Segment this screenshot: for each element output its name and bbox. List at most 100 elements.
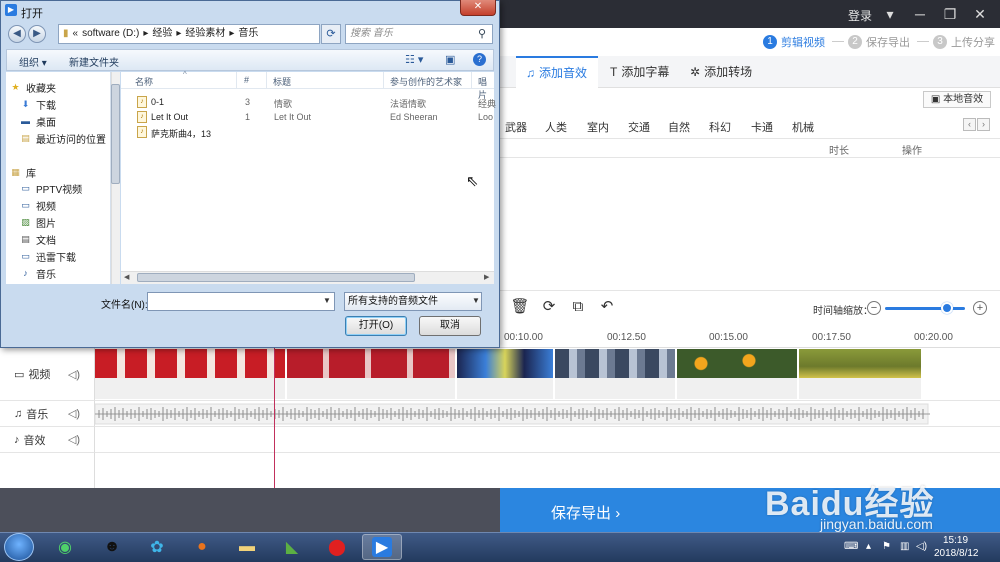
prev-page-icon[interactable]: ‹ (963, 118, 976, 131)
crop-icon[interactable]: ⟳ (539, 297, 559, 317)
flag-tray-icon[interactable]: ⚑ (882, 541, 891, 552)
search-input[interactable]: 搜索 音乐 (345, 24, 493, 44)
music-waveform[interactable] (94, 401, 930, 427)
forward-icon[interactable]: ▶ (28, 25, 46, 43)
nav-recent[interactable]: ▤ 最近访问的位置 (20, 131, 106, 146)
tab-add-sound-effect[interactable]: ♫ 添加音效 (516, 56, 598, 88)
step-upload-share[interactable]: 3 上传分享 (933, 34, 995, 50)
scroll-right-icon[interactable]: ▶ (484, 273, 489, 281)
column-divider[interactable] (266, 72, 267, 89)
category-indoor[interactable]: 室内 (587, 119, 609, 135)
undo-icon[interactable]: ↶ (597, 297, 617, 317)
maximize-icon[interactable]: ❐ (938, 3, 962, 25)
column-name[interactable]: 名称 (135, 75, 153, 88)
nav-downloads[interactable]: ⬇ 下载 (20, 97, 56, 112)
menu-icon[interactable]: ▾ (878, 3, 902, 25)
dialog-close-icon[interactable]: ✕ (460, 0, 496, 16)
file-row[interactable]: ♪ 0-1 3 情歌 法语情歌 经典 (121, 95, 496, 110)
close-icon[interactable]: ✕ (968, 3, 992, 25)
search-icon[interactable]: ⚲ (478, 27, 486, 40)
video-clip[interactable] (555, 349, 677, 399)
refresh-icon[interactable]: ⟳ (321, 24, 341, 44)
category-cartoon[interactable]: 卡通 (751, 119, 773, 135)
address-bar[interactable]: ▮ « software (D:) ▸ 经验 ▸ 经验素材 ▸ 音乐 (58, 24, 320, 44)
tray-expand-icon[interactable]: ▴ (866, 541, 871, 552)
file-row[interactable]: ♪ Let It Out 1 Let It Out Ed Sheeran Loo (121, 110, 494, 125)
filetype-dropdown-icon[interactable]: ▼ (472, 296, 480, 305)
keyboard-tray-icon[interactable]: ⌨ (844, 541, 858, 552)
back-icon[interactable]: ◀ (8, 25, 26, 43)
category-weapon[interactable]: 武器 (505, 119, 527, 135)
volume-icon[interactable]: ◁) (68, 407, 80, 420)
zoom-slider-handle[interactable] (941, 302, 953, 314)
filename-input[interactable] (147, 292, 335, 311)
column-track-number[interactable]: # (244, 75, 249, 85)
volume-icon[interactable]: ◁) (68, 433, 80, 446)
nav-videos[interactable]: ▭ 视频 (20, 198, 56, 213)
view-options-icon[interactable]: ☷ ▾ (405, 53, 423, 66)
nav-music[interactable]: ♪ 音乐 (20, 266, 56, 281)
nav-favorites[interactable]: ★ 收藏夹 (10, 80, 56, 95)
video-clip[interactable] (457, 349, 555, 399)
column-title[interactable]: 标题 (273, 75, 291, 88)
breadcrumb-drive[interactable]: software (D:) (82, 25, 139, 43)
column-divider[interactable] (471, 72, 472, 89)
hscrollbar-thumb[interactable] (137, 273, 415, 282)
filetype-select[interactable]: 所有支持的音频文件 (344, 292, 482, 311)
column-divider[interactable] (383, 72, 384, 89)
tab-add-transition[interactable]: ✲ 添加转场 (680, 56, 762, 88)
clock-time[interactable]: 15:19 (943, 535, 968, 546)
delete-icon[interactable]: 🗑 (510, 297, 530, 317)
sound-effect-track[interactable] (95, 427, 1000, 453)
nav-documents[interactable]: ▤ 文档 (20, 232, 56, 247)
taskbar-app-media-icon[interactable]: ✿ (137, 534, 177, 560)
zoom-slider[interactable] (885, 307, 965, 310)
playhead[interactable] (274, 348, 275, 488)
category-machine[interactable]: 机械 (792, 119, 814, 135)
breadcrumb-folder[interactable]: 经验 (152, 25, 172, 43)
taskbar-app-green-icon[interactable]: ◣ (272, 534, 312, 560)
step-edit-video[interactable]: 1 剪辑视频 (763, 34, 825, 50)
video-clip[interactable] (677, 349, 799, 399)
minimize-icon[interactable]: ─ (908, 3, 932, 25)
taskbar-app-360-icon[interactable]: ◉ (45, 534, 85, 560)
new-folder-button[interactable]: 新建文件夹 (69, 54, 119, 69)
volume-tray-icon[interactable]: ◁) (916, 541, 927, 552)
zoom-in-icon[interactable]: + (973, 301, 987, 315)
nav-libraries[interactable]: ▦ 库 (10, 165, 36, 180)
category-human[interactable]: 人类 (545, 119, 567, 135)
video-clip[interactable] (287, 349, 457, 399)
music-track[interactable] (94, 401, 1000, 427)
taskbar-app-qq-icon[interactable]: ☻ (92, 534, 132, 560)
breadcrumb-overflow-icon[interactable]: « (73, 25, 79, 43)
column-divider[interactable] (236, 72, 237, 89)
taskbar-app-explorer-icon[interactable]: ▬ (227, 534, 267, 560)
volume-icon[interactable]: ◁) (68, 368, 80, 381)
column-artist[interactable]: 参与创作的艺术家 (390, 75, 462, 88)
category-nature[interactable]: 自然 (668, 119, 690, 135)
file-row[interactable]: ♪ 萨克斯曲4，13 (121, 125, 494, 140)
filename-dropdown-icon[interactable]: ▼ (323, 296, 331, 305)
network-tray-icon[interactable]: ▥ (900, 541, 909, 552)
breadcrumb-folder[interactable]: 经验素材 (185, 25, 225, 43)
category-traffic[interactable]: 交通 (628, 119, 650, 135)
organize-button[interactable]: 组织 ▾ (19, 54, 47, 69)
tab-add-subtitle[interactable]: T 添加字幕 (600, 56, 679, 88)
open-button[interactable]: 打开(O) (345, 316, 407, 336)
nav-scrollbar-thumb[interactable] (111, 84, 120, 184)
save-export-label[interactable]: 保存导出 › (551, 502, 620, 523)
video-clip[interactable] (95, 349, 287, 399)
help-icon[interactable]: ? (473, 53, 486, 66)
preview-pane-icon[interactable]: ▣ (445, 53, 455, 66)
clock-date[interactable]: 2018/8/12 (934, 548, 979, 559)
nav-pictures[interactable]: ▨ 图片 (20, 215, 56, 230)
taskbar-app-recorder-icon[interactable]: ⬤ (317, 534, 357, 560)
nav-desktop[interactable]: ▬ 桌面 (20, 114, 56, 129)
taskbar-app-editor-icon[interactable]: ▶ (362, 534, 402, 560)
nav-pptv[interactable]: ▭ PPTV视频 (20, 181, 82, 196)
video-clip[interactable] (799, 349, 923, 399)
cancel-button[interactable]: 取消 (419, 316, 481, 336)
zoom-out-icon[interactable]: − (867, 301, 881, 315)
scroll-left-icon[interactable]: ◀ (124, 273, 129, 281)
copy-icon[interactable]: ⧉ (568, 297, 588, 317)
